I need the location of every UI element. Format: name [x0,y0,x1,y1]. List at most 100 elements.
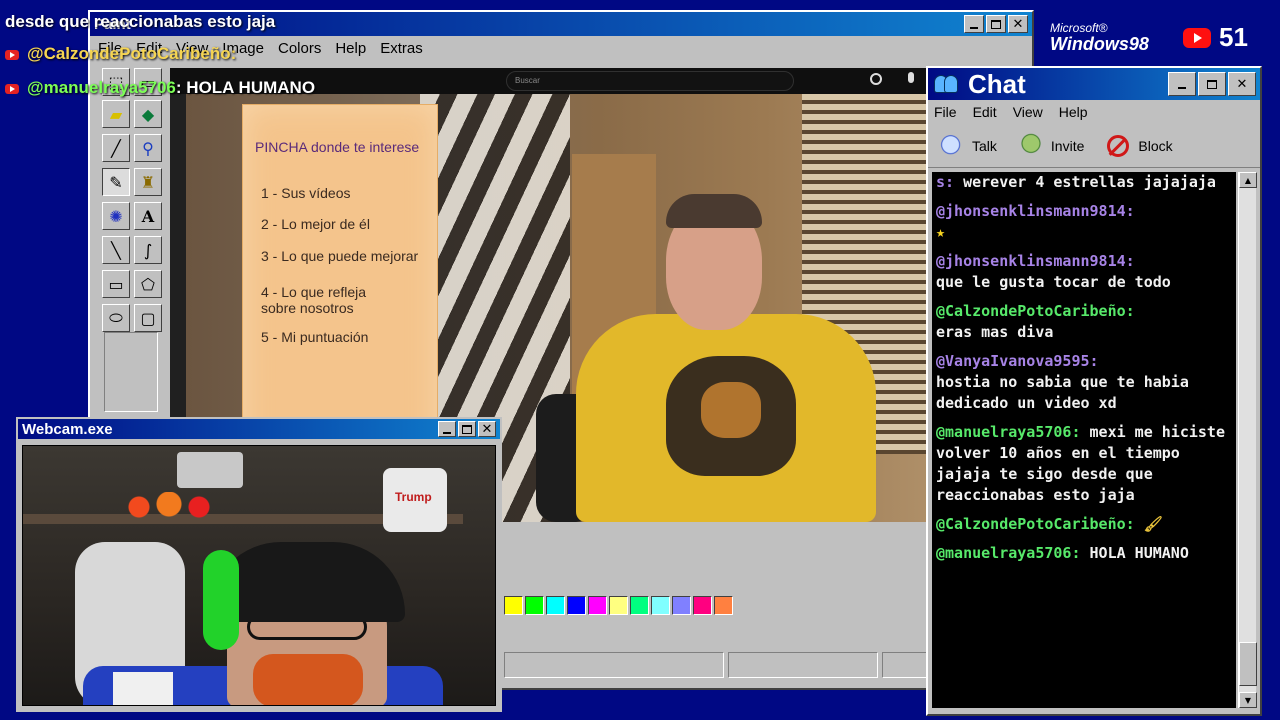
airbrush-tool[interactable]: ✺ [102,202,130,230]
color-swatch[interactable] [651,596,670,615]
chat-text: eras mas diva [936,323,1054,341]
maximize-icon [462,424,472,434]
menu-view[interactable]: View [1013,104,1043,120]
color-swatch[interactable] [609,596,628,615]
chat-user: @jhonsenklinsmann9814: [936,202,1135,220]
microphone-icon[interactable] [908,72,914,83]
menu-file[interactable]: File [934,104,957,120]
color-swatch[interactable] [630,596,649,615]
overlay-line: @manuelraya5706: HOLA HUMANO [5,78,315,98]
color-swatch[interactable] [588,596,607,615]
note-item[interactable]: 1 - Sus vídeos [261,185,351,201]
status-cell [728,652,878,678]
brush-icon: ♜ [140,172,156,192]
text-tool[interactable]: A [134,202,162,230]
scroll-up-icon[interactable]: ▲ [1239,172,1257,188]
maximize-icon [1207,79,1217,89]
eraser-icon: ▰ [109,104,123,124]
curve-tool[interactable]: ∫ [134,236,162,264]
chat-user: s: [936,173,955,191]
brush-emoji: 🖌 [1143,515,1163,533]
fill-tool[interactable]: ◆ [134,100,162,128]
scroll-thumb[interactable] [1239,642,1257,686]
block-button[interactable]: Block [1104,133,1173,159]
logo-windows98: Windows98 [1050,34,1149,54]
note-item[interactable]: 4 - Lo que refleja sobre nosotros [261,284,366,316]
airbrush-icon: ✺ [109,206,123,226]
chat-text: hostia no sabia que te habia dedicado un… [936,373,1189,412]
polygon-tool[interactable]: ⬠ [134,270,162,298]
person-hair [666,194,762,228]
flowers [119,492,219,522]
color-swatch[interactable] [504,596,523,615]
magnifier-tool[interactable]: ⚲ [134,134,162,162]
close-button[interactable]: ✕ [478,421,496,437]
rectangle-tool[interactable]: ▭ [102,270,130,298]
talk-label: Talk [972,137,997,154]
picker-tool[interactable]: ╱ [102,134,130,162]
pencil-tool[interactable]: ✎ [102,168,130,196]
menu-colors[interactable]: Colors [278,40,321,57]
maximize-button[interactable] [986,15,1006,33]
chat-titlebar[interactable]: Chat ✕ [928,68,1260,100]
close-button[interactable]: ✕ [1008,15,1028,33]
chat-user: @manuelraya5706: [936,544,1081,562]
logo-microsoft: Microsoft® [1050,21,1108,35]
talk-button[interactable]: Talk [938,132,997,159]
roll-label: Trump [395,490,432,504]
ellipse-tool[interactable]: ⬭ [102,304,130,332]
webcam-titlebar[interactable]: Webcam.exe ✕ [18,419,500,439]
color-swatch[interactable] [714,596,733,615]
note-item[interactable]: 3 - Lo que puede mejorar [261,248,418,264]
color-swatch[interactable] [525,596,544,615]
minimize-button[interactable] [438,421,456,437]
menu-extras[interactable]: Extras [380,40,423,57]
chat-log[interactable]: s: werever 4 estrellas jajajaja @jhonsen… [932,172,1236,708]
chat-window: Chat ✕ File Edit View Help Talk Invite B… [926,66,1262,716]
menu-help[interactable]: Help [335,40,366,57]
maximize-icon [991,19,1001,29]
invite-button[interactable]: Invite [1016,132,1084,159]
menu-help[interactable]: Help [1059,104,1088,120]
webcam-window: Webcam.exe ✕ Trump [16,417,502,712]
chat-title: Chat [968,68,1026,99]
close-icon: ✕ [1236,76,1248,92]
menu-edit[interactable]: Edit [973,104,997,120]
webcam-title: Webcam.exe [22,420,113,438]
scroll-down-icon[interactable]: ▼ [1239,692,1257,708]
color-swatch[interactable] [672,596,691,615]
color-swatch[interactable] [567,596,586,615]
text-icon: A [141,206,155,226]
color-palette [504,596,744,620]
overlay-text: : HOLA HUMANO [175,78,316,97]
minimize-button[interactable] [964,15,984,33]
block-icon-wrap [1104,133,1132,159]
polygon-icon: ⬠ [141,274,155,294]
minimize-button[interactable] [1168,72,1196,96]
note-item[interactable]: 5 - Mi puntuación [261,329,368,345]
rounded-rect-tool[interactable]: ▢ [134,304,162,332]
search-icon[interactable] [870,73,882,85]
video-search-input[interactable]: Buscar [506,71,794,91]
rectangle-icon: ▭ [108,274,124,294]
chat-scrollbar[interactable]: ▲ ▼ [1238,172,1257,708]
maximize-button[interactable] [1198,72,1226,96]
eraser-tool[interactable]: ▰ [102,100,130,128]
minimize-icon [443,432,451,434]
color-swatch[interactable] [693,596,712,615]
chat-text: HOLA HUMANO [1089,544,1189,562]
line-tool[interactable]: ╲ [102,236,130,264]
chat-text: que le gusta tocar de todo [936,273,1171,291]
color-swatch[interactable] [546,596,565,615]
tool-options[interactable] [104,332,158,412]
chat-toolbar: Talk Invite Block [928,124,1260,168]
close-button[interactable]: ✕ [1228,72,1256,96]
shirt-tiger [701,382,761,438]
minimize-icon [970,27,978,29]
note-item[interactable]: 2 - Lo mejor de él [261,216,370,232]
windows98-logo: Microsoft® Windows98 [1050,22,1149,55]
viewer-number: 51 [1219,22,1248,52]
brush-tool[interactable]: ♜ [134,168,162,196]
chat-message: @CalzondePotoCaribeño: 🖌 [936,514,1232,535]
maximize-button[interactable] [458,421,476,437]
